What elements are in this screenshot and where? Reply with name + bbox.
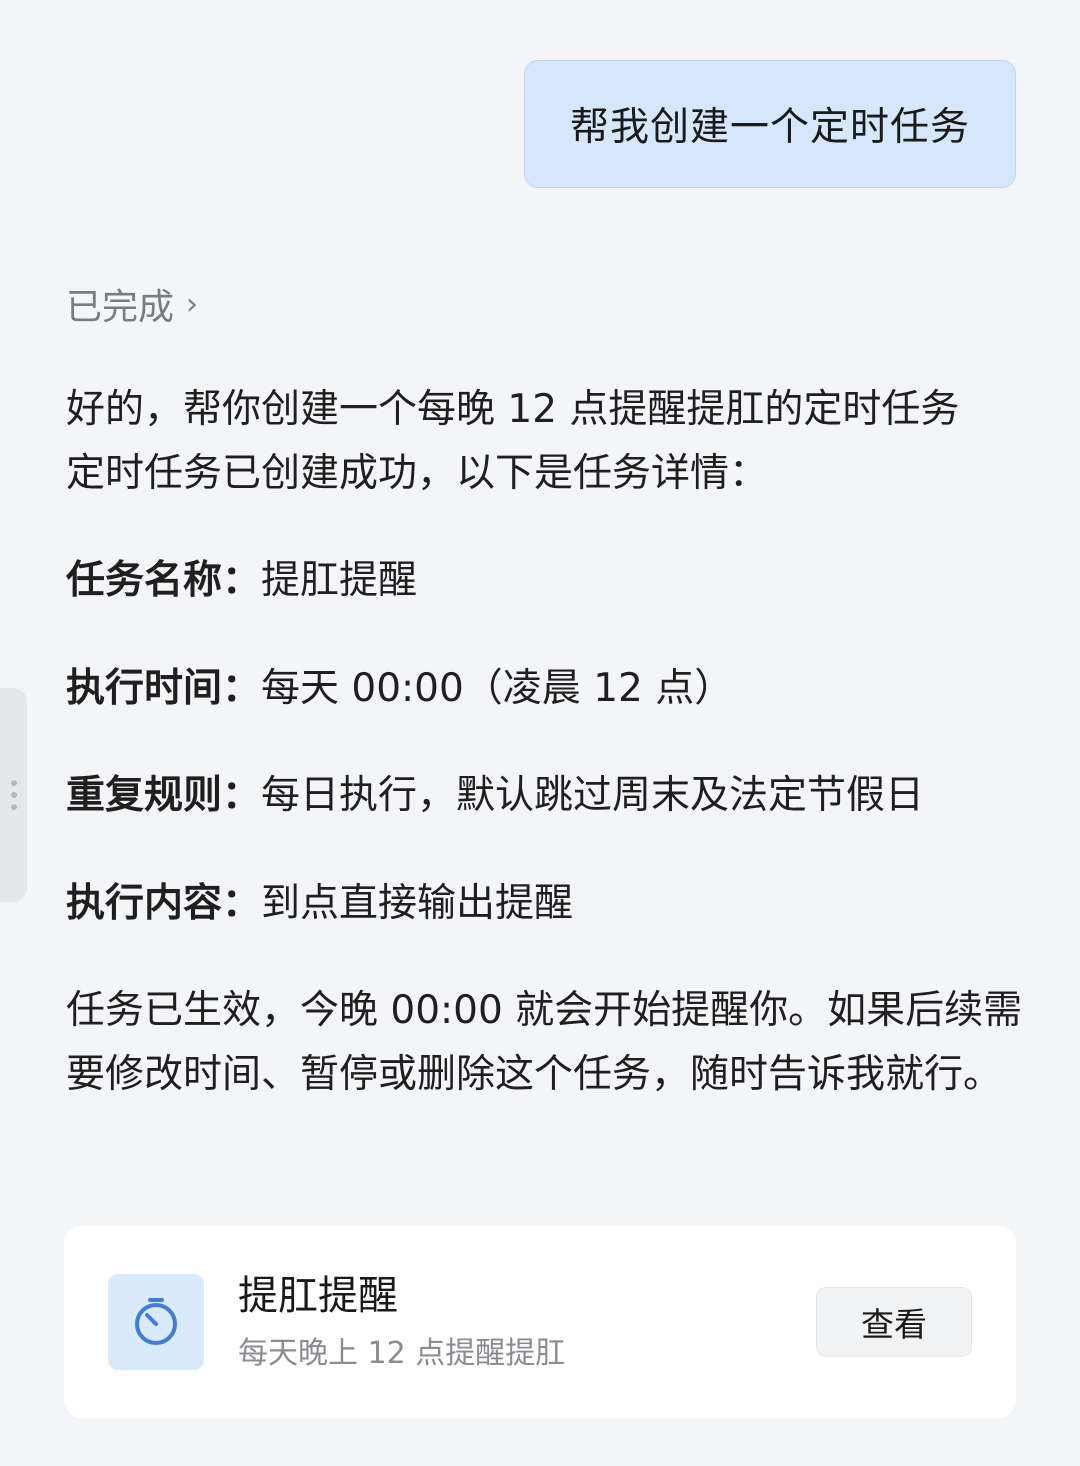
- side-drawer-handle[interactable]: [0, 688, 27, 902]
- detail-exec-content: 执行内容：到点直接输出提醒: [66, 872, 1026, 936]
- user-message-text: 帮我创建一个定时任务: [569, 105, 970, 150]
- task-card[interactable]: 提肛提醒 每天晚上 12 点提醒提肛 查看: [64, 1226, 1016, 1418]
- view-button[interactable]: 查看: [816, 1287, 972, 1357]
- detail-exec-time: 执行时间：每天 00:00（凌晨 12 点）: [66, 657, 1026, 721]
- reply-closing: 任务已生效，今晚 00:00 就会开始提醒你。如果后续需要修改时间、暂停或删除这…: [66, 988, 1023, 1097]
- chevron-right-icon: ›: [186, 287, 199, 322]
- detail-value: 到点直接输出提醒: [261, 881, 574, 926]
- detail-key: 执行时间：: [66, 666, 262, 711]
- detail-key: 重复规则：: [66, 773, 262, 818]
- detail-key: 执行内容：: [66, 881, 262, 926]
- reply-intro-line1: 好的，帮你创建一个每晚 12 点提醒提肛的定时任务: [66, 387, 960, 432]
- timer-icon: [135, 1298, 177, 1345]
- detail-value: 提肛提醒: [261, 558, 418, 603]
- reply-intro-line2: 定时任务已创建成功，以下是任务详情：: [66, 451, 769, 496]
- user-message-bubble: 帮我创建一个定时任务: [524, 60, 1016, 188]
- handle-dot: [10, 780, 17, 786]
- detail-repeat-rule: 重复规则：每日执行，默认跳过周末及法定节假日: [66, 764, 1026, 828]
- task-subtitle: 每天晚上 12 点提醒提肛: [238, 1336, 566, 1371]
- completed-status-toggle[interactable]: 已完成 ›: [66, 278, 198, 330]
- detail-value: 每天 00:00（凌晨 12 点）: [261, 666, 734, 711]
- task-title: 提肛提醒: [238, 1273, 398, 1319]
- detail-task-name: 任务名称：提肛提醒: [66, 549, 1026, 613]
- detail-value: 每日执行，默认跳过周末及法定节假日: [261, 773, 925, 818]
- task-icon-box: [108, 1274, 204, 1370]
- handle-dot: [10, 792, 17, 798]
- detail-key: 任务名称：: [66, 558, 262, 603]
- status-label: 已完成: [66, 287, 175, 328]
- handle-dot: [10, 804, 17, 810]
